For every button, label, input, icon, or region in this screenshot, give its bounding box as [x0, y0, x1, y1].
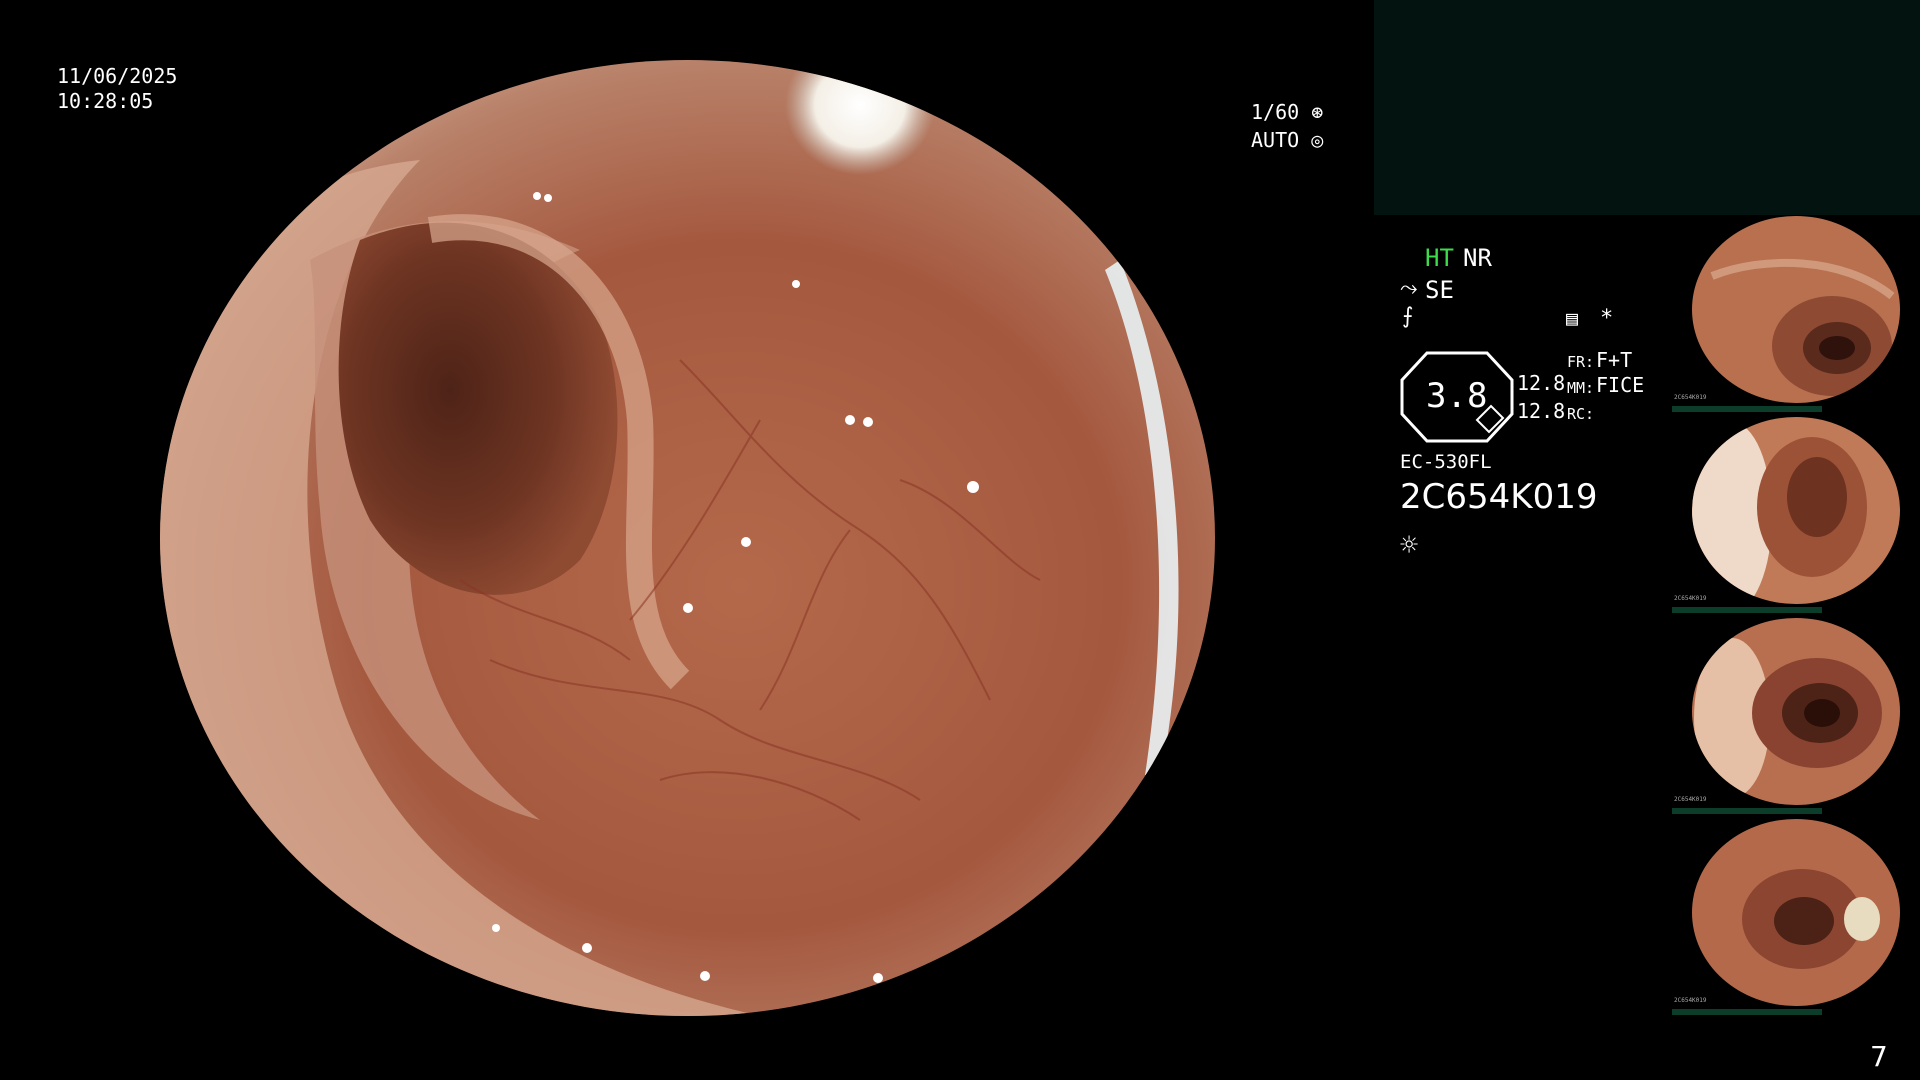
- thumbnail-serial: 2C654K019: [1674, 796, 1707, 803]
- time-label: 10:28:05: [57, 89, 154, 113]
- scope-model: EC-530FL: [1400, 451, 1492, 473]
- capture-thumbnail[interactable]: 2C654K019: [1672, 618, 1920, 818]
- capture-thumbnail[interactable]: 2C654K019: [1672, 819, 1920, 1019]
- value-bottom: 12.8: [1517, 399, 1566, 423]
- shutter-speed-label: 1/60 ⊛: [1251, 100, 1323, 124]
- memory-icon: ▤: [1566, 306, 1579, 330]
- fr-key: FR:: [1567, 353, 1595, 371]
- mm-value: FICE: [1596, 373, 1645, 397]
- aperture-icon: ⊛: [1311, 100, 1324, 124]
- capture-thumbnail[interactable]: 2C654K019: [1672, 417, 1920, 617]
- thumbnail-serial: 2C654K019: [1674, 595, 1707, 602]
- shutter-value: 1/60: [1251, 100, 1300, 124]
- nr-indicator: NR: [1463, 244, 1492, 272]
- thumbnail-bar: [1672, 406, 1822, 412]
- ht-indicator: HT: [1425, 244, 1454, 272]
- thumbnail-bar: [1672, 808, 1822, 814]
- scope-serial: 2C654K019: [1400, 477, 1598, 517]
- exposure-mode-value: AUTO: [1251, 128, 1300, 152]
- thumbnail-serial: 2C654K019: [1674, 997, 1707, 1004]
- status-header-panel: [1374, 0, 1920, 215]
- rc-key: RC:: [1567, 405, 1595, 423]
- zoom-value: 3.8: [1426, 376, 1488, 416]
- thumbnail-bar: [1672, 607, 1822, 613]
- value-top: 12.8: [1517, 371, 1566, 395]
- mm-key: MM:: [1567, 379, 1595, 397]
- asterisk-indicator: *: [1600, 306, 1614, 331]
- thumbnail-serial: 2C654K019: [1674, 394, 1707, 401]
- freeze-icon: ⨍: [1402, 304, 1414, 329]
- scope-icon: ⤳: [1400, 276, 1418, 301]
- date-label: 11/06/2025: [57, 64, 178, 88]
- light-icon: ☼: [1400, 528, 1419, 563]
- capture-thumbnail[interactable]: 2C654K019: [1672, 216, 1920, 416]
- endoscopy-main-view: [160, 60, 1215, 1016]
- page-number: 7: [1870, 1040, 1888, 1073]
- se-indicator: SE: [1425, 276, 1454, 304]
- exposure-mode-label: AUTO ◎: [1251, 128, 1323, 152]
- iris-icon: ◎: [1311, 128, 1324, 152]
- thumbnail-bar: [1672, 1009, 1822, 1015]
- fr-value: F+T: [1596, 348, 1633, 372]
